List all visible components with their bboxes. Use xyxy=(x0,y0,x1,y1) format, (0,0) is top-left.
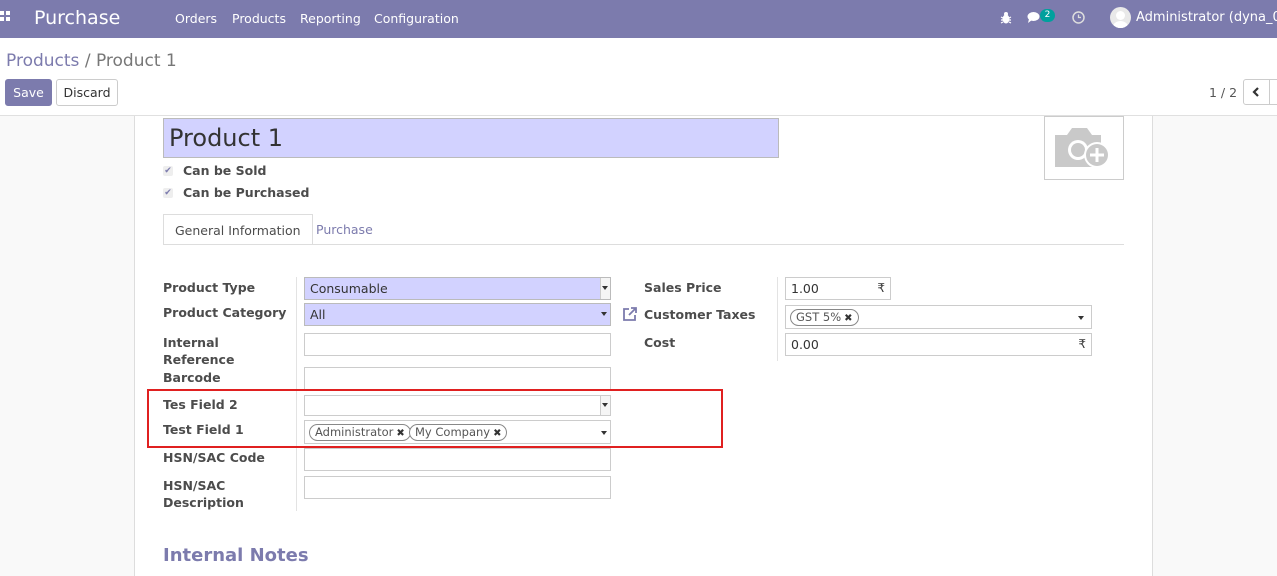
can-be-purchased-label: Can be Purchased xyxy=(183,185,310,200)
chevron-down-icon xyxy=(601,312,607,316)
messages-count-badge: 2 xyxy=(1040,9,1055,22)
currency-symbol: ₹ xyxy=(1078,337,1086,351)
pager-value[interactable]: 1 / 2 xyxy=(1209,85,1237,100)
product-type-select[interactable]: Consumable xyxy=(304,277,611,300)
tab-divider xyxy=(163,244,1124,245)
dropdown-caret-icon xyxy=(600,278,610,299)
product-category-value: All xyxy=(310,307,326,322)
can-be-sold-checkbox[interactable]: ✔ xyxy=(163,166,173,176)
product-image-upload[interactable] xyxy=(1044,116,1124,180)
remove-tag-icon[interactable]: ✖ xyxy=(844,313,852,324)
internal-notes-title: Internal Notes xyxy=(163,545,309,566)
sales-price-label: Sales Price xyxy=(644,280,722,295)
discard-button[interactable]: Discard xyxy=(56,79,118,106)
sales-price-value: 1.00 xyxy=(791,281,819,296)
pager-next-button[interactable] xyxy=(1269,79,1277,105)
app-title: Purchase xyxy=(34,7,121,29)
menu-products[interactable]: Products xyxy=(232,11,286,26)
cost-input[interactable]: 0.00 ₹ xyxy=(785,333,1092,356)
activity-clock-icon[interactable] xyxy=(1072,11,1085,24)
tag-gst-5: GST 5% ✖ xyxy=(790,309,859,326)
breadcrumb-current: Product 1 xyxy=(95,51,177,71)
currency-symbol: ₹ xyxy=(877,281,885,295)
product-category-label: Product Category xyxy=(163,305,287,320)
breadcrumb-separator: / xyxy=(84,51,91,71)
product-type-value: Consumable xyxy=(310,281,388,296)
tag-label: GST 5% xyxy=(796,310,842,324)
user-menu[interactable]: Administrator (dyna_07 xyxy=(1136,10,1277,25)
product-name-input[interactable]: Product 1 xyxy=(163,118,779,158)
pager-previous-button[interactable] xyxy=(1243,79,1270,105)
barcode-input[interactable] xyxy=(304,367,611,390)
highlight-annotation-box xyxy=(147,389,723,448)
cost-value: 0.00 xyxy=(791,337,819,352)
breadcrumb: Products / Product 1 xyxy=(6,51,177,71)
product-type-label: Product Type xyxy=(163,280,256,295)
external-link-icon[interactable] xyxy=(622,306,638,322)
messages-icon[interactable] xyxy=(1027,11,1041,24)
product-category-select[interactable]: All xyxy=(304,303,611,326)
menu-configuration[interactable]: Configuration xyxy=(374,11,459,26)
can-be-purchased-checkbox[interactable]: ✔ xyxy=(163,188,173,198)
bug-icon[interactable] xyxy=(999,11,1013,25)
chevron-down-icon xyxy=(1078,316,1084,320)
internal-reference-label: Internal Reference xyxy=(163,335,235,367)
hsn-code-label: HSN/SAC Code xyxy=(163,450,265,465)
column-divider-right xyxy=(777,277,778,361)
control-panel: Products / Product 1 Save Discard 1 / 2 xyxy=(0,38,1277,116)
top-navbar: Purchase Orders Products Reporting Confi… xyxy=(0,0,1277,38)
user-avatar[interactable] xyxy=(1110,7,1131,28)
internal-reference-input[interactable] xyxy=(304,333,611,356)
menu-reporting[interactable]: Reporting xyxy=(300,11,361,26)
breadcrumb-products-link[interactable]: Products xyxy=(6,51,79,71)
hsn-description-label: HSN/SAC Description xyxy=(163,478,244,510)
can-be-sold-label: Can be Sold xyxy=(183,163,267,178)
hsn-description-input[interactable] xyxy=(304,476,611,499)
cost-label: Cost xyxy=(644,335,676,350)
camera-add-icon xyxy=(1055,128,1110,168)
tab-purchase[interactable]: Purchase xyxy=(305,214,384,245)
customer-taxes-label: Customer Taxes xyxy=(644,307,756,322)
menu-orders[interactable]: Orders xyxy=(175,11,217,26)
hsn-code-input[interactable] xyxy=(304,448,611,471)
chevron-left-icon xyxy=(1252,87,1259,97)
tab-general-information[interactable]: General Information xyxy=(163,214,313,245)
sales-price-input[interactable]: 1.00 ₹ xyxy=(785,277,891,300)
barcode-label: Barcode xyxy=(163,370,221,385)
apps-menu-icon[interactable] xyxy=(0,11,14,25)
save-button[interactable]: Save xyxy=(5,79,52,106)
